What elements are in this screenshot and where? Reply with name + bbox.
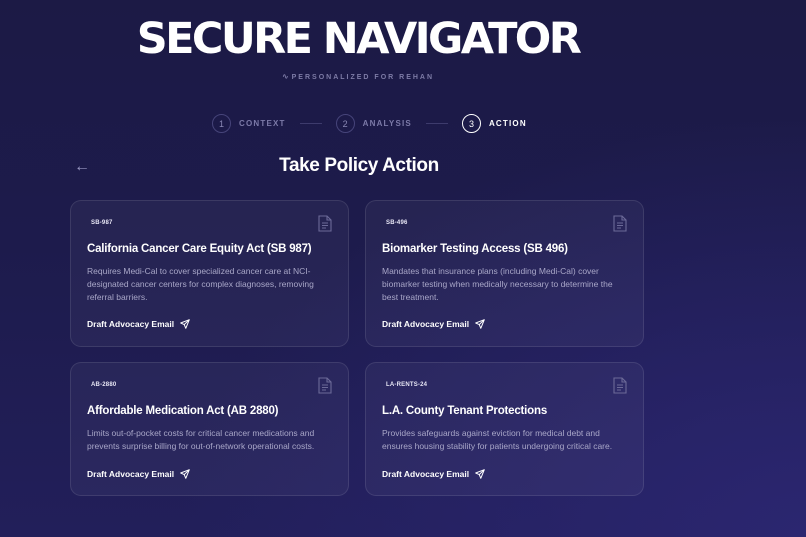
page-title: Take Policy Action: [279, 155, 439, 176]
draft-email-button[interactable]: Draft Advocacy Email: [87, 319, 190, 329]
personalized-subtitle: ∿ PERSONALIZED FOR REHAN: [0, 72, 716, 81]
send-icon: [180, 319, 190, 329]
policy-title: Affordable Medication Act (AB 2880): [87, 405, 279, 417]
step-action[interactable]: 3 ACTION: [461, 114, 527, 133]
policy-title: Biomarker Testing Access (SB 496): [382, 243, 568, 255]
document-icon: [613, 377, 627, 394]
policy-description: Provides safeguards against eviction for…: [382, 428, 613, 451]
policy-tag: SB-987: [91, 220, 113, 226]
policy-card-grid: SB-987 California Cancer Care Equity Act…: [70, 200, 644, 496]
draft-email-label: Draft Advocacy Email: [382, 319, 470, 329]
policy-title: L.A. County Tenant Protections: [382, 405, 548, 417]
document-icon: [318, 377, 332, 394]
draft-email-label: Draft Advocacy Email: [87, 319, 175, 329]
pulse-icon: ∿: [281, 72, 289, 81]
progress-stepper: 1 CONTEXT 2 ANALYSIS 3 ACTION: [212, 113, 527, 134]
send-icon: [475, 469, 485, 479]
draft-email-button[interactable]: Draft Advocacy Email: [382, 319, 485, 329]
policy-tag: LA-RENTS-24: [386, 382, 428, 388]
step-label: ACTION: [488, 119, 527, 128]
draft-email-button[interactable]: Draft Advocacy Email: [382, 469, 485, 479]
policy-card[interactable]: AB-2880 Affordable Medication Act (AB 28…: [70, 362, 349, 496]
step-number: 2: [335, 114, 355, 133]
document-icon: [318, 215, 332, 232]
policy-description: Mandates that insurance plans (including…: [382, 266, 613, 302]
policy-card[interactable]: SB-496 Biomarker Testing Access (SB 496)…: [365, 200, 644, 347]
step-number: 1: [212, 114, 231, 133]
step-connector: [299, 123, 322, 124]
document-icon: [613, 215, 627, 232]
step-connector: [425, 123, 448, 124]
policy-description: Limits out-of-pocket costs for critical …: [87, 428, 315, 451]
step-context[interactable]: 1 CONTEXT: [212, 114, 286, 133]
app-title: SECURE NAVIGATOR: [136, 14, 582, 64]
send-icon: [180, 469, 190, 479]
policy-tag: SB-496: [386, 220, 408, 226]
send-icon: [475, 319, 485, 329]
subtitle-text: PERSONALIZED FOR REHAN: [291, 74, 435, 81]
policy-card[interactable]: LA-RENTS-24 L.A. County Tenant Protectio…: [365, 362, 644, 496]
policy-title: California Cancer Care Equity Act (SB 98…: [87, 243, 312, 255]
draft-email-label: Draft Advocacy Email: [87, 469, 175, 479]
step-label: CONTEXT: [239, 119, 286, 128]
draft-email-label: Draft Advocacy Email: [382, 469, 470, 479]
draft-email-button[interactable]: Draft Advocacy Email: [87, 469, 190, 479]
policy-description: Requires Medi-Cal to cover specialized c…: [87, 266, 314, 302]
policy-card[interactable]: SB-987 California Cancer Care Equity Act…: [70, 200, 349, 347]
policy-tag: AB-2880: [91, 382, 117, 388]
step-number: 3: [461, 114, 481, 133]
step-analysis[interactable]: 2 ANALYSIS: [335, 114, 412, 133]
step-label: ANALYSIS: [362, 119, 412, 128]
